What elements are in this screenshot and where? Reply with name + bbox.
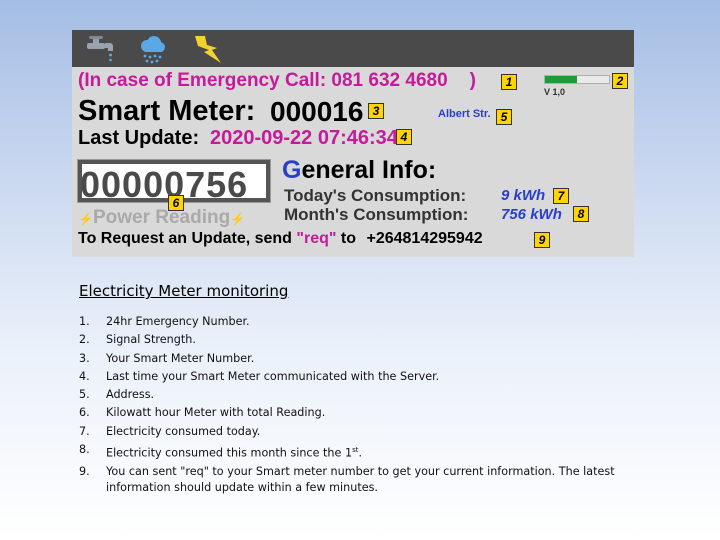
badge-2: 2 — [612, 73, 628, 89]
small-bolt-icon: ⚡ — [230, 212, 246, 226]
request-keyword: "req" — [296, 230, 337, 247]
list-item: 1. 24hr Emergency Number. — [79, 314, 639, 330]
power-reading-value: 00000756 — [80, 164, 249, 205]
badge-3: 3 — [368, 103, 384, 119]
badge-8: 8 — [573, 206, 589, 222]
small-bolt-icon: ⚡ — [78, 212, 93, 226]
badge-4: 4 — [396, 129, 412, 145]
smart-meter-number: 000016 — [270, 96, 364, 127]
version-label: V 1,0 — [544, 87, 566, 97]
list-number: 6. — [79, 406, 90, 420]
list-text: You can sent "req" to your Smart meter n… — [106, 465, 615, 495]
list-item: 5. Address. — [79, 387, 639, 403]
signal-strength-fill — [545, 76, 577, 83]
last-update-value: 2020-09-22 07:46:34 — [210, 127, 398, 149]
signal-strength-bar — [544, 75, 610, 84]
list-text: 24hr Emergency Number. — [106, 315, 250, 328]
list-number: 3. — [79, 351, 90, 365]
general-info-rest: eneral Info: — [301, 156, 437, 184]
smart-meter-screenshot: (In case of Emergency Call: 081 632 4680… — [72, 30, 634, 257]
lightning-bolt-icon — [195, 36, 221, 63]
smart-meter-label: Smart Meter: — [78, 95, 256, 127]
list-text: Address. — [106, 388, 155, 402]
list-number: 8. — [79, 443, 90, 457]
top-toolbar — [72, 30, 634, 67]
list-text-main: Electricity consumed this month since th… — [106, 446, 353, 460]
emergency-close-paren: ) — [469, 70, 476, 91]
notes-list: 1. 24hr Emergency Number. 2. Signal Streng… — [79, 314, 639, 498]
list-text: Signal Strength. — [106, 333, 196, 347]
rain-cloud-icon — [141, 36, 165, 64]
request-prefix: To Request an Update, send — [78, 230, 297, 247]
emergency-text: (In case of Emergency Call: 081 632 4680 — [78, 70, 448, 91]
list-text: Electricity consumed today. — [106, 424, 261, 438]
list-number: 9. — [79, 465, 90, 479]
list-text: Electricity consumed this month since th… — [106, 442, 639, 462]
general-info-initial: G — [282, 156, 302, 184]
notes-title: Electricity Meter monitoring — [79, 282, 289, 300]
list-number: 2. — [79, 333, 90, 347]
list-text-tail: . — [358, 446, 363, 460]
todays-consumption-label: Today's Consumption: — [284, 186, 467, 205]
list-text: Your Smart Meter Number. — [106, 351, 255, 365]
address-text: Albert Str. — [438, 108, 491, 120]
badge-7: 7 — [553, 188, 569, 204]
request-phone-number: +264814295942 — [366, 230, 483, 247]
list-number: 1. — [79, 315, 90, 328]
badge-9: 9 — [534, 232, 550, 248]
badge-1: 1 — [501, 74, 517, 90]
list-item: 7. Electricity consumed today. — [79, 424, 639, 440]
list-item: 4. Last time your Smart Meter communicate… — [79, 369, 639, 385]
emergency-call-text: (In case of Emergency Call: 081 632 4680… — [78, 70, 476, 92]
list-number: 7. — [79, 424, 90, 438]
list-text: Kilowatt hour Meter with total Reading. — [106, 406, 326, 420]
request-middle: to — [336, 230, 361, 247]
badge-5: 5 — [496, 109, 512, 125]
list-item: 3. Your Smart Meter Number. — [79, 351, 639, 367]
power-reading-label: ⚡Power Reading⚡ — [78, 207, 245, 229]
request-update-text: To Request an Update, send "req" to +264… — [78, 230, 483, 248]
months-consumption-label: Month's Consumption: — [284, 205, 469, 224]
list-item: 6. Kilowatt hour Meter with total Reading… — [79, 405, 639, 421]
list-item: 8. Electricity consumed this month since … — [79, 442, 639, 462]
todays-consumption-value: 9 kWh — [501, 187, 546, 204]
last-update-label: Last Update: — [78, 127, 200, 149]
water-tap-icon — [87, 36, 113, 62]
list-number: 4. — [79, 369, 90, 383]
months-consumption-value: 756 kWh — [501, 206, 562, 223]
power-reading-text: Power Reading — [92, 207, 231, 228]
list-number: 5. — [79, 388, 90, 402]
list-text: Last time your Smart Meter communicated … — [106, 369, 440, 383]
list-item: 2. Signal Strength. — [79, 332, 639, 348]
list-item: 9. You can sent "req" to your Smart meter… — [79, 464, 639, 496]
general-info-title: General Info: — [282, 156, 436, 185]
